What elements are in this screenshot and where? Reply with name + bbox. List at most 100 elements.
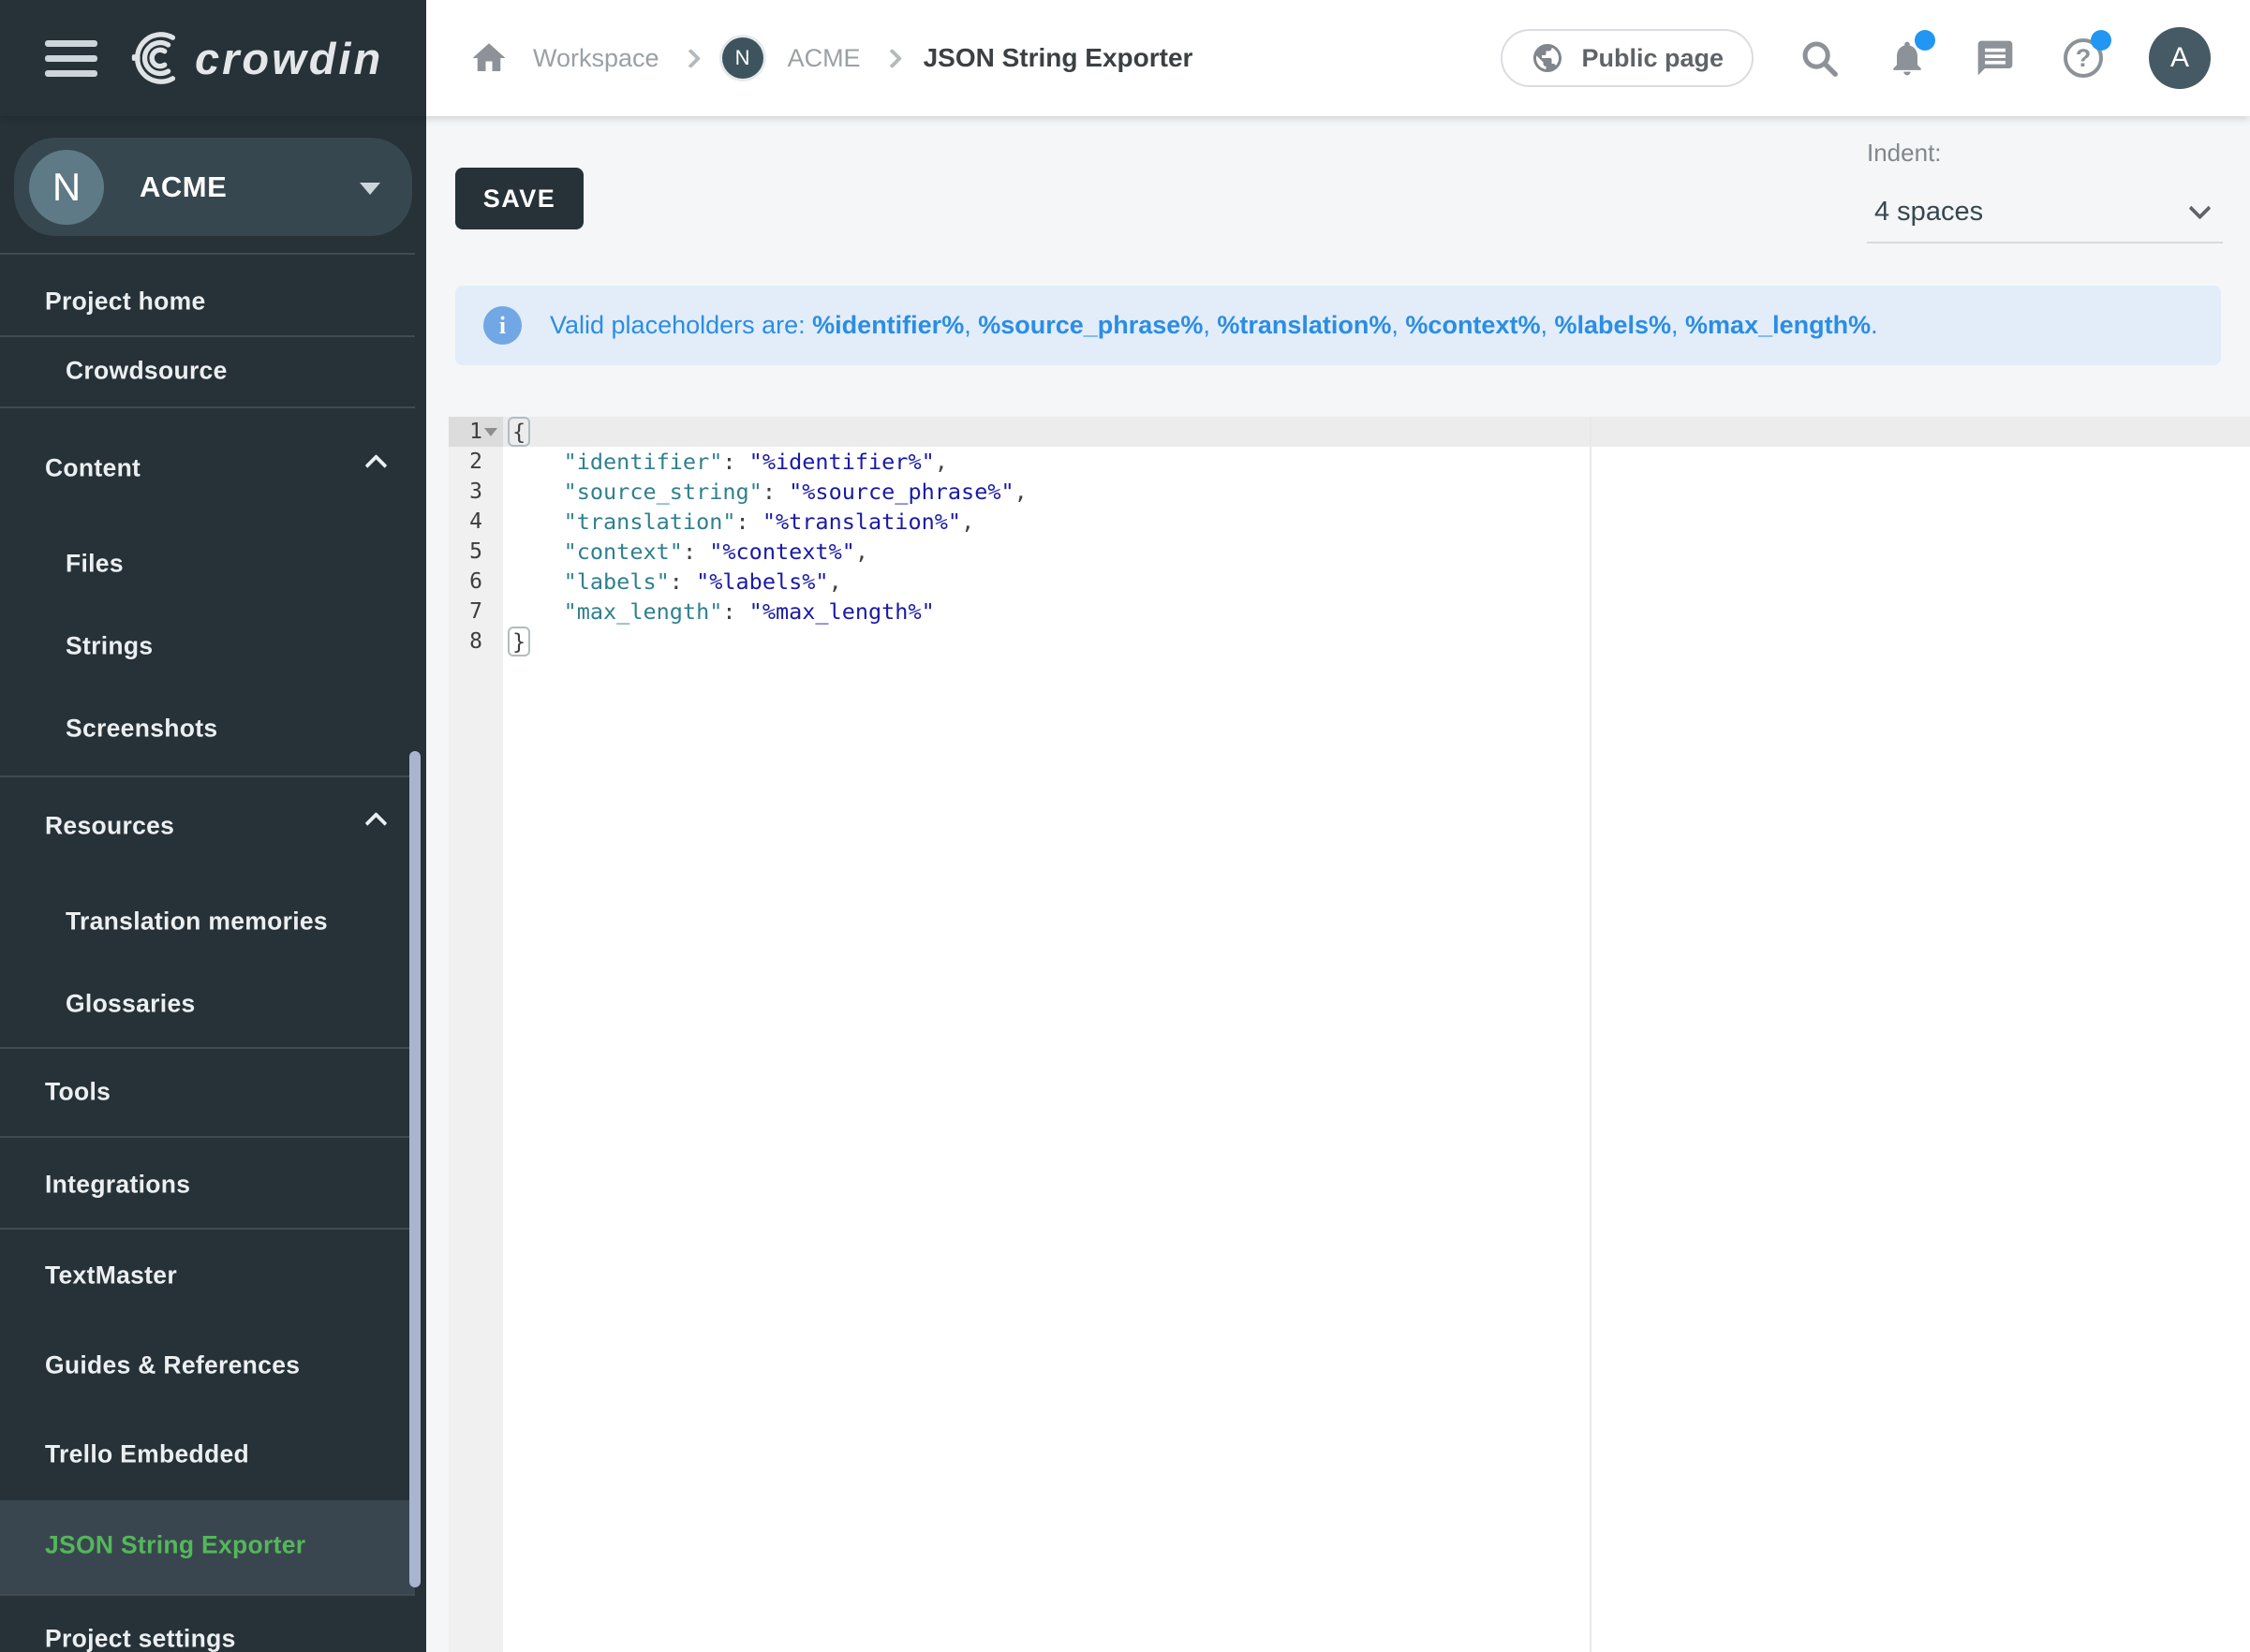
sidebar-item-tools[interactable]: Tools <box>45 1078 111 1107</box>
banner-text: Valid placeholders are: %identifier%, %s… <box>550 311 1878 340</box>
gutter-line-number: 1 <box>449 417 503 447</box>
chat-icon <box>1975 37 2016 79</box>
sidebar: N ACME Project home Crowdsource Content Fil… <box>0 116 426 1652</box>
code-line: "translation": "%translation%", <box>503 507 2250 537</box>
sidebar-item-content[interactable]: Content <box>45 454 141 483</box>
placeholders-info-banner: i Valid placeholders are: %identifier%, … <box>455 286 2221 365</box>
sidebar-item-glossaries[interactable]: Glossaries <box>66 990 196 1019</box>
sidebar-divider <box>0 1136 415 1138</box>
crowdin-bird-icon <box>127 28 185 88</box>
info-icon: i <box>483 306 522 345</box>
home-icon[interactable] <box>469 38 509 78</box>
gutter-line-number: 5 <box>449 537 503 567</box>
sidebar-header: crowdin <box>0 0 426 116</box>
sidebar-item-screenshots[interactable]: Screenshots <box>66 715 217 744</box>
sidebar-divider <box>0 253 415 255</box>
chevron-right-icon <box>881 48 901 67</box>
menu-icon[interactable] <box>45 40 97 77</box>
chevron-right-icon <box>680 48 700 67</box>
sidebar-item-integrations[interactable]: Integrations <box>45 1171 190 1200</box>
banner-segment: , <box>1203 311 1217 339</box>
editor-code[interactable]: { "identifier": "%identifier%", "source_… <box>503 417 2250 656</box>
sidebar-item-guides-references[interactable]: Guides & References <box>45 1351 300 1380</box>
page-title: JSON String Exporter <box>924 43 1193 73</box>
gutter-line-number: 4 <box>449 507 503 537</box>
banner-segment: . <box>1871 311 1878 339</box>
gutter-line-number: 3 <box>449 477 503 507</box>
code-line: { <box>503 417 2250 447</box>
user-avatar[interactable]: A <box>2149 27 2211 89</box>
sidebar-divider <box>0 1228 415 1230</box>
sidebar-item-project-settings[interactable]: Project settings <box>45 1625 236 1652</box>
placeholder-token: %source_phrase% <box>978 311 1203 339</box>
public-page-button[interactable]: Public page <box>1501 29 1754 87</box>
sidebar-divider <box>0 1047 415 1049</box>
sidebar-divider <box>0 406 415 408</box>
sidebar-item-translation-memories[interactable]: Translation memories <box>66 907 328 937</box>
chevron-down-icon <box>2188 197 2211 219</box>
code-editor[interactable]: 12345678 { "identifier": "%identifier%",… <box>449 417 2250 1652</box>
sidebar-divider <box>0 335 415 337</box>
sidebar-item-strings[interactable]: Strings <box>66 632 153 661</box>
public-page-label: Public page <box>1581 44 1724 73</box>
fold-arrow-icon[interactable] <box>484 428 497 436</box>
indent-select[interactable]: 4 spaces <box>1867 182 2223 243</box>
main-content: SAVE Indent: 4 spaces i Valid placeholde… <box>426 116 2250 1652</box>
breadcrumb: Workspace N ACME JSON String Exporter <box>469 37 1192 79</box>
sidebar-divider <box>0 775 415 777</box>
save-button[interactable]: SAVE <box>455 168 584 229</box>
help-button[interactable]: ? <box>2061 36 2106 81</box>
sidebar-item-json-string-exporter[interactable]: JSON String Exporter <box>45 1531 305 1560</box>
brace-fold-widget: { <box>508 417 530 447</box>
sidebar-item-project-home[interactable]: Project home <box>45 288 205 317</box>
placeholder-token: %max_length% <box>1685 311 1871 339</box>
breadcrumb-project[interactable]: ACME <box>788 44 861 73</box>
code-line: "context": "%context%", <box>503 537 2250 567</box>
gutter-line-number: 2 <box>449 447 503 477</box>
breadcrumb-workspace[interactable]: Workspace <box>533 44 659 73</box>
search-button[interactable] <box>1797 36 1842 81</box>
messages-button[interactable] <box>1973 36 2018 81</box>
project-selector-name: ACME <box>140 170 227 204</box>
banner-segment: , <box>1540 311 1554 339</box>
sidebar-divider <box>0 1594 415 1596</box>
banner-segment: , <box>964 311 978 339</box>
code-line: "max_length": "%max_length%" <box>503 597 2250 627</box>
sidebar-item-crowdsource[interactable]: Crowdsource <box>66 357 228 386</box>
notifications-button[interactable] <box>1885 36 1930 81</box>
indent-label: Indent: <box>1867 139 1942 168</box>
banner-segment: , <box>1391 311 1405 339</box>
project-avatar[interactable]: N <box>722 37 763 79</box>
sidebar-item-trello-embedded[interactable]: Trello Embedded <box>45 1440 249 1469</box>
header: crowdin Workspace N ACME JSON String Exp… <box>0 0 2250 116</box>
header-actions: Public page <box>1501 27 2211 89</box>
placeholder-token: %translation% <box>1217 311 1391 339</box>
header-main: Workspace N ACME JSON String Exporter Pu… <box>426 0 2250 116</box>
placeholder-token: %context% <box>1405 311 1540 339</box>
search-icon <box>1798 37 1841 80</box>
indent-selected-value: 4 spaces <box>1874 197 1983 228</box>
chevron-up-icon <box>364 812 387 834</box>
code-line: "labels": "%labels%", <box>503 567 2250 597</box>
sidebar-scrollbar[interactable] <box>409 751 421 1587</box>
placeholder-token: %identifier% <box>812 311 964 339</box>
gutter-line-number: 7 <box>449 597 503 627</box>
help-badge <box>2091 30 2111 51</box>
banner-segment: , <box>1671 311 1685 339</box>
editor-gutter[interactable]: 12345678 <box>449 417 503 1652</box>
sidebar-item-textmaster[interactable]: TextMaster <box>45 1261 177 1291</box>
gutter-line-number: 6 <box>449 567 503 597</box>
project-selector[interactable]: N ACME <box>14 138 412 236</box>
code-line: "identifier": "%identifier%", <box>503 447 2250 477</box>
code-line: "source_string": "%source_phrase%", <box>503 477 2250 507</box>
globe-icon <box>1531 41 1564 75</box>
sidebar-item-resources[interactable]: Resources <box>45 812 174 841</box>
code-line: } <box>503 627 2250 656</box>
logo-text: crowdin <box>195 37 389 81</box>
notification-badge <box>1915 30 1935 51</box>
banner-segment: Valid placeholders are: <box>550 311 812 339</box>
sidebar-item-files[interactable]: Files <box>66 550 124 579</box>
chevron-up-icon <box>364 454 387 477</box>
crowdin-logo[interactable]: crowdin <box>127 28 389 88</box>
placeholder-token: %labels% <box>1554 311 1671 339</box>
